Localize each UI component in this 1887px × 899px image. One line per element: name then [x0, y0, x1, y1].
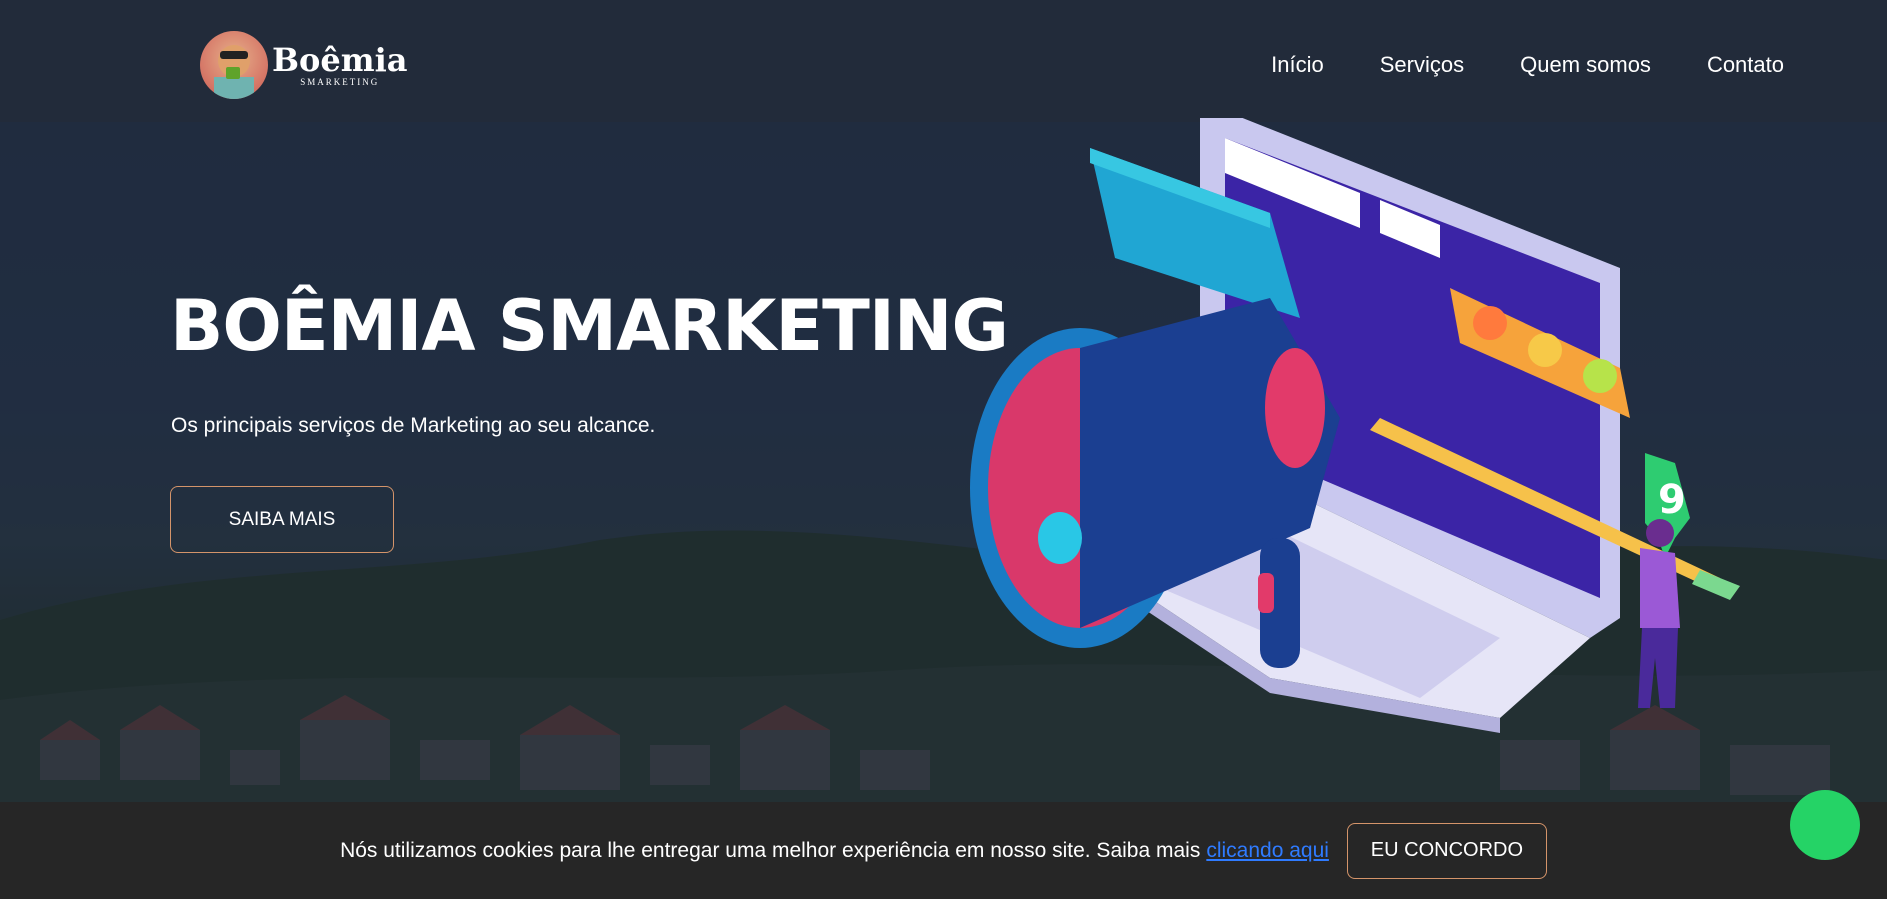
- brand-logo[interactable]: Boêmia SMARKETING: [200, 31, 408, 99]
- nav-link-servicos[interactable]: Serviços: [1380, 52, 1464, 78]
- navbar: Boêmia SMARKETING Início Serviços Quem s…: [0, 0, 1887, 122]
- hero-title: BOÊMIA SMARKETING: [170, 285, 1009, 367]
- cookie-message: Nós utilizamos cookies para lhe entregar…: [340, 838, 1201, 862]
- saiba-mais-button[interactable]: SAIBA MAIS: [170, 486, 394, 553]
- nav-link-quem-somos[interactable]: Quem somos: [1520, 52, 1651, 78]
- badge-number: 9: [1658, 477, 1686, 523]
- nav-link-contato[interactable]: Contato: [1707, 52, 1784, 78]
- main-nav: Início Serviços Quem somos Contato: [1271, 52, 1784, 78]
- marketing-illustration: 9: [970, 118, 1740, 733]
- chat-icon[interactable]: [1790, 790, 1860, 860]
- cookie-accept-button[interactable]: EU CONCORDO: [1346, 822, 1547, 879]
- cookie-banner: Nós utilizamos cookies para lhe entregar…: [0, 802, 1887, 899]
- brand-name: Boêmia: [272, 41, 408, 79]
- logo-avatar-icon: [200, 31, 268, 99]
- hero-subtitle: Os principais serviços de Marketing ao s…: [171, 414, 656, 437]
- cookie-more-link[interactable]: clicando aqui: [1206, 839, 1329, 863]
- nav-link-inicio[interactable]: Início: [1271, 52, 1324, 78]
